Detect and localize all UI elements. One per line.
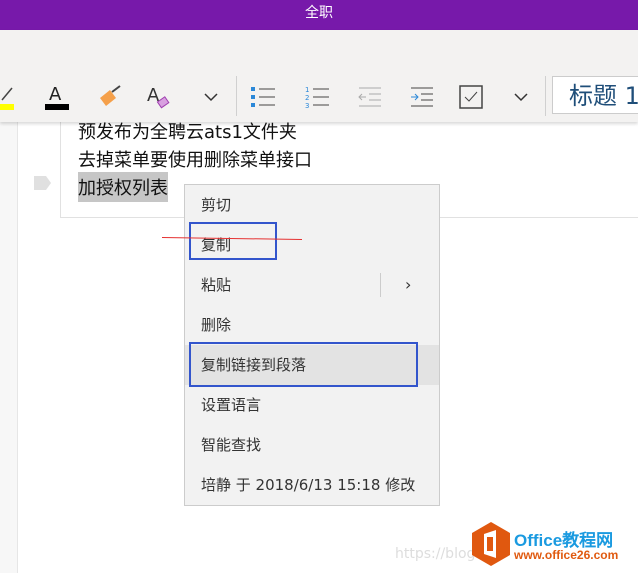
increase-indent-button[interactable] — [407, 80, 437, 114]
logo-url: www.office26.com — [514, 548, 619, 562]
watermark: https://blog. — [395, 546, 480, 562]
divider — [545, 76, 546, 116]
chevron-right-icon[interactable]: › — [405, 265, 411, 305]
checkbox-icon — [459, 85, 483, 109]
ribbon-toolbar: A A 123 标题 1 — [0, 30, 638, 122]
font-color-icon: A — [45, 84, 69, 110]
page-list-strip — [0, 122, 18, 573]
numbered-list-icon: 123 — [305, 86, 329, 110]
svg-text:3: 3 — [305, 102, 309, 110]
more-font-options-button[interactable] — [196, 80, 226, 114]
annotation-box-copy-link — [189, 342, 418, 387]
menu-item-label: 粘贴 — [201, 276, 232, 294]
note-line-selected[interactable]: 加授权列表 — [78, 172, 168, 202]
menu-item-smart-lookup[interactable]: 智能查找 — [185, 425, 439, 465]
clear-formatting-icon: A — [147, 85, 170, 109]
numbering-button[interactable]: 123 — [302, 80, 332, 114]
svg-text:1: 1 — [305, 86, 309, 94]
todo-tag-button[interactable] — [456, 80, 486, 114]
more-paragraph-options-button[interactable] — [506, 80, 536, 114]
note-line[interactable]: 去掉菜单要使用删除菜单接口 — [78, 146, 312, 172]
paragraph-handle-icon[interactable] — [34, 176, 52, 190]
divider — [236, 76, 237, 116]
highlighter-icon — [0, 87, 14, 110]
annotation-box-copy — [189, 222, 277, 260]
increase-indent-icon — [411, 87, 433, 107]
office26-logo: Office教程网 www.office26.com — [472, 522, 636, 566]
format-painter-button[interactable] — [94, 80, 124, 114]
title-bar: 全职 — [0, 0, 638, 30]
bullet-list-icon — [251, 87, 275, 107]
menu-item-cut[interactable]: 剪切 — [185, 185, 439, 225]
divider — [380, 273, 381, 297]
style-selector[interactable]: 标题 1 — [552, 76, 638, 114]
menu-item-author-info: 培静 于 2018/6/13 15:18 修改 — [201, 476, 416, 494]
chevron-down-icon — [204, 93, 218, 102]
format-painter-icon — [100, 85, 121, 106]
decrease-indent-button[interactable] — [355, 80, 385, 114]
window-title: 全职 — [305, 5, 333, 21]
office-logo-icon — [472, 522, 510, 566]
font-color-button[interactable]: A — [42, 80, 72, 114]
chevron-down-icon — [514, 93, 528, 102]
clear-formatting-button[interactable]: A — [144, 80, 174, 114]
menu-item-set-language[interactable]: 设置语言 — [185, 385, 439, 425]
decrease-indent-icon — [358, 87, 381, 107]
svg-text:A: A — [49, 84, 62, 105]
highlight-button[interactable] — [0, 80, 20, 114]
svg-text:2: 2 — [305, 94, 309, 102]
menu-item-delete[interactable]: 删除 — [185, 305, 439, 345]
menu-item-paste[interactable]: 粘贴 › — [185, 265, 439, 305]
bullets-button[interactable] — [248, 80, 278, 114]
